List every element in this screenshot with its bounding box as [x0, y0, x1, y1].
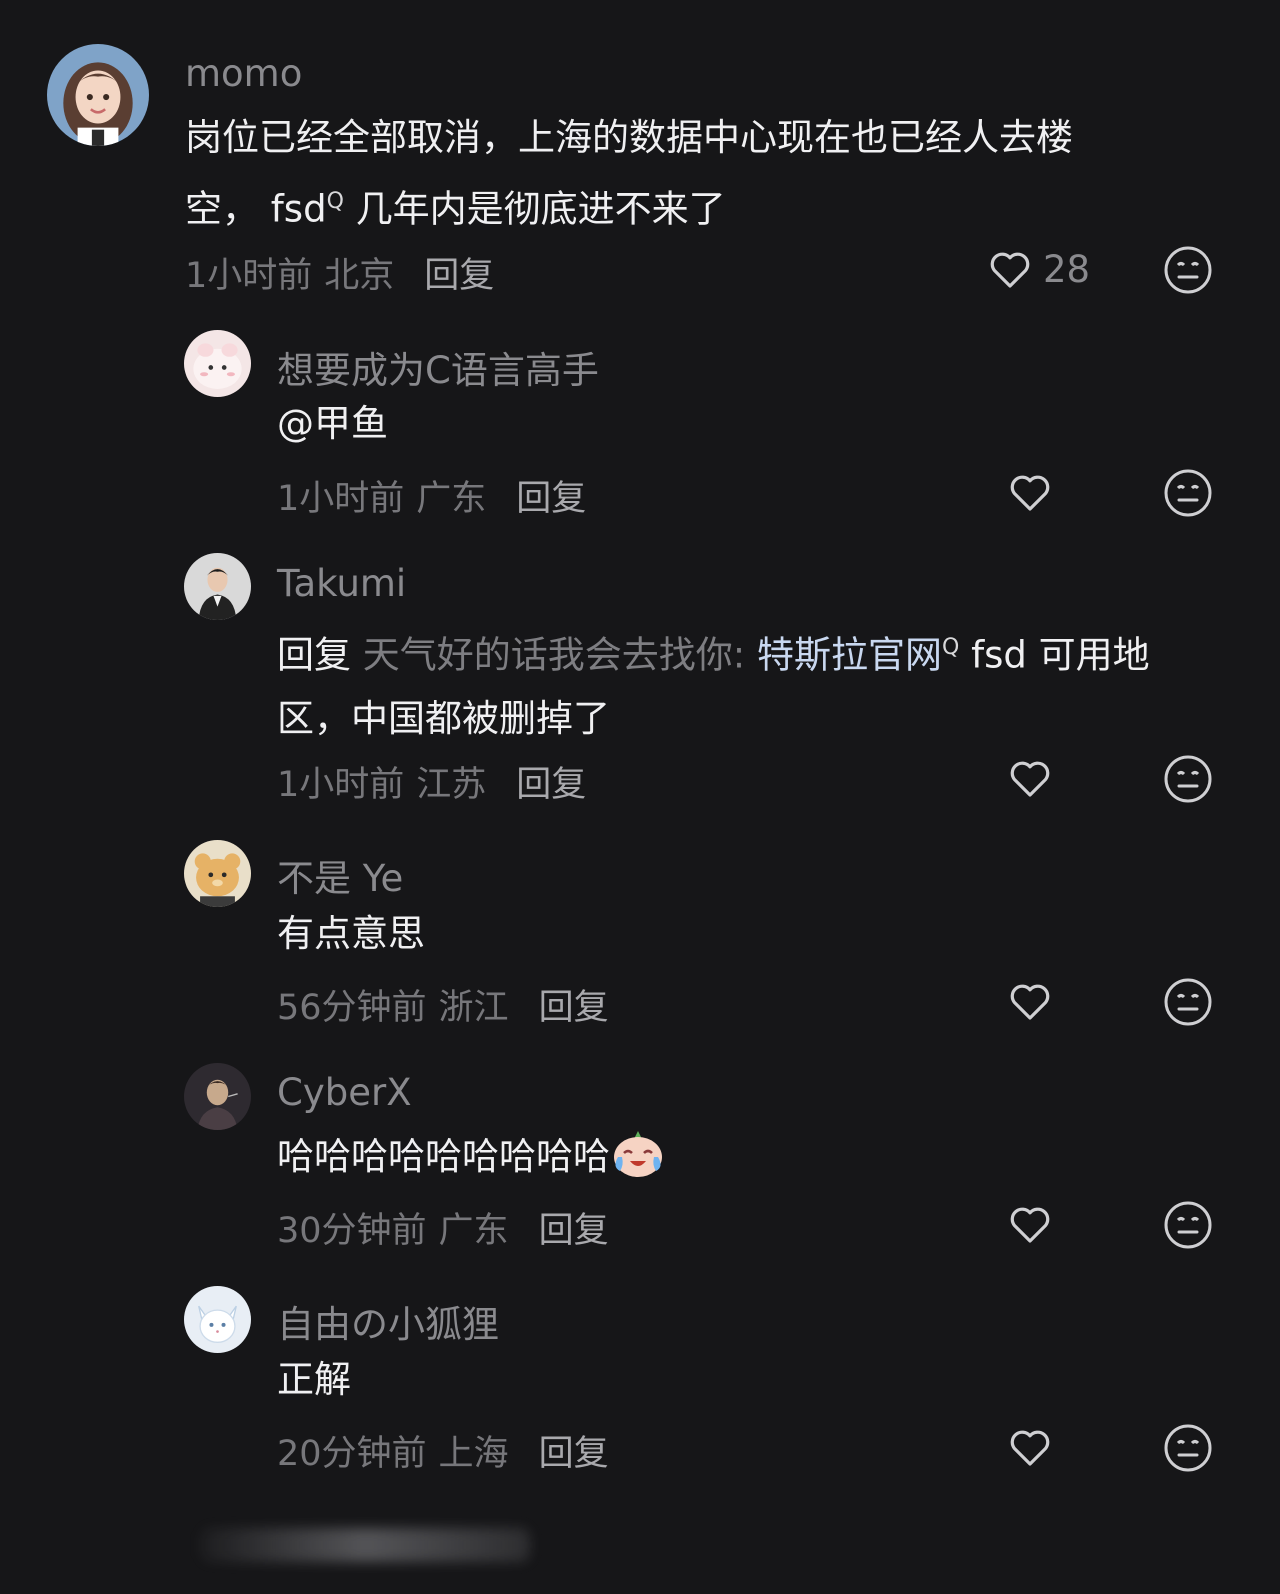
comment-meta: 1小时前 广东 回复: [277, 470, 586, 521]
comment-meta: 1小时前 江苏 回复: [277, 756, 586, 807]
location: 广东: [416, 479, 487, 519]
location: 上海: [438, 1434, 509, 1474]
meh-face-icon: [1164, 246, 1212, 294]
search-superscript-icon[interactable]: Ԛ: [327, 189, 344, 214]
timestamp: 30分钟前: [277, 1211, 427, 1251]
reply-button[interactable]: 回复: [516, 765, 586, 805]
avatar[interactable]: [47, 44, 149, 146]
dislike-button[interactable]: [1163, 1200, 1213, 1254]
meh-face-icon: [1164, 1201, 1212, 1249]
comment-text: @甲鱼: [277, 402, 388, 445]
avatar[interactable]: [184, 553, 251, 620]
location: 浙江: [438, 988, 509, 1028]
comment-meta: 1小时前 北京 回复: [185, 247, 494, 298]
search-link[interactable]: 特斯拉官网: [745, 633, 942, 676]
avatar[interactable]: [184, 1286, 251, 1353]
username[interactable]: Takumi: [277, 562, 406, 605]
avatar[interactable]: [184, 840, 251, 907]
like-button[interactable]: [1005, 1200, 1055, 1248]
like-button[interactable]: [1005, 754, 1055, 802]
comment-meta: 20分钟前 上海 回复: [277, 1425, 609, 1476]
meh-face-icon: [1164, 978, 1212, 1026]
heart-outline-icon: [1010, 1207, 1050, 1243]
like-button[interactable]: [1005, 977, 1055, 1025]
comment-text-line: 区，中国都被删掉了: [277, 697, 610, 741]
reply-button[interactable]: 回复: [539, 1211, 609, 1251]
comment-text: 正解: [277, 1358, 351, 1401]
like-button[interactable]: [1005, 468, 1055, 516]
timestamp: 20分钟前: [277, 1434, 427, 1474]
reply-target-user[interactable]: 天气好的话我会去找你:: [351, 633, 745, 676]
comment-text-line: 岗位已经全部取消，上海的数据中心现在也已经人去楼: [185, 116, 1073, 159]
meh-face-icon: [1164, 469, 1212, 517]
dislike-button[interactable]: [1163, 245, 1213, 299]
comment-text: 有点意思: [277, 912, 425, 955]
username[interactable]: 想要成为C语言高手: [277, 340, 599, 394]
reply-button[interactable]: 回复: [539, 1434, 609, 1474]
comment-text-line: 回复 天气好的话我会去找你: 特斯拉官网Ԛ fsd 可用地: [277, 616, 1237, 687]
heart-outline-icon: [1010, 1430, 1050, 1466]
reply-button[interactable]: 回复: [424, 256, 494, 296]
dislike-button[interactable]: [1163, 977, 1213, 1031]
dislike-button[interactable]: [1163, 468, 1213, 522]
meh-face-icon: [1164, 1424, 1212, 1472]
comment-meta: 30分钟前 广东 回复: [277, 1202, 609, 1253]
heart-outline-icon: [1010, 475, 1050, 511]
reply-prefix: 回复: [277, 633, 351, 677]
comment-text: 岗位已经全部取消，上海的数据中心现在也已经人去楼 空， fsdԚ 几年内是彻底进…: [185, 106, 1185, 241]
heart-outline-icon: [990, 252, 1030, 288]
like-button[interactable]: 28: [985, 245, 1090, 293]
location: 江苏: [416, 765, 487, 805]
location: 北京: [324, 256, 395, 296]
heart-outline-icon: [1010, 761, 1050, 797]
reply-button[interactable]: 回复: [539, 988, 609, 1028]
comment-text: 哈哈哈哈哈哈哈哈哈: [277, 1125, 666, 1199]
username[interactable]: 自由の小狐狸: [277, 1294, 499, 1348]
crying-laughing-emoji: [610, 1127, 666, 1199]
heart-outline-icon: [1010, 984, 1050, 1020]
username[interactable]: 不是 Ye: [277, 848, 403, 902]
blurred-expand-replies[interactable]: [200, 1528, 530, 1562]
comment-meta: 56分钟前 浙江 回复: [277, 979, 609, 1030]
meh-face-icon: [1164, 755, 1212, 803]
comment-text-segment: 哈哈哈哈哈哈哈哈哈: [277, 1135, 610, 1178]
timestamp: 1小时前: [185, 256, 313, 296]
comment-text-segment: fsd 可用地: [959, 633, 1150, 677]
timestamp: 56分钟前: [277, 988, 427, 1028]
comment-text-segment: 空， fsd: [185, 187, 327, 231]
timestamp: 1小时前: [277, 479, 405, 519]
search-superscript-icon[interactable]: Ԛ: [942, 635, 959, 660]
username[interactable]: momo: [185, 52, 302, 95]
avatar[interactable]: [184, 330, 251, 397]
dislike-button[interactable]: [1163, 1423, 1213, 1477]
comment-text-line: 空， fsdԚ 几年内是彻底进不来了: [185, 170, 1185, 241]
location: 广东: [438, 1211, 509, 1251]
like-count: 28: [1043, 247, 1091, 291]
like-button[interactable]: [1005, 1423, 1055, 1471]
dislike-button[interactable]: [1163, 754, 1213, 808]
username[interactable]: CyberX: [277, 1071, 412, 1114]
timestamp: 1小时前: [277, 765, 405, 805]
reply-button[interactable]: 回复: [516, 479, 586, 519]
avatar[interactable]: [184, 1063, 251, 1130]
comment-text: 回复 天气好的话我会去找你: 特斯拉官网Ԛ fsd 可用地 区，中国都被删掉了: [277, 616, 1237, 751]
comment-text-segment: 几年内是彻底进不来了: [343, 187, 726, 231]
